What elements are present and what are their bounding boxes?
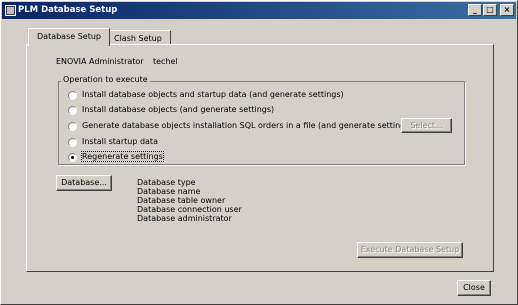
radio-install-objects-and-data[interactable] — [68, 91, 77, 100]
database-button[interactable]: Database... — [56, 175, 112, 191]
option-label: Generate database objects installation S… — [82, 121, 413, 130]
database-table-owner-label: Database table owner — [137, 196, 226, 205]
option-label: Regenerate settings — [81, 151, 164, 162]
select-button[interactable]: Select... — [401, 118, 452, 133]
option-label: Install database objects and startup dat… — [82, 90, 344, 99]
minimize-button[interactable]: _ — [468, 4, 482, 16]
plm-database-setup-window: PLM Database Setup _ □ × Database Setup … — [0, 0, 518, 305]
database-type-label: Database type — [137, 178, 196, 187]
database-name-label: Database name — [137, 187, 201, 196]
enovia-admin-value: techel — [153, 57, 178, 66]
title-bar[interactable]: PLM Database Setup _ □ × — [2, 2, 516, 19]
database-connection-user-label: Database connection user — [137, 205, 242, 214]
enovia-admin-label: ENOVIA Administrator — [56, 57, 144, 66]
tab-database-setup[interactable]: Database Setup — [28, 28, 110, 46]
app-icon — [5, 5, 16, 16]
radio-generate-sql[interactable] — [68, 122, 77, 131]
radio-install-startup-data[interactable] — [68, 138, 77, 147]
option-label: Install database objects (and generate s… — [82, 105, 275, 114]
window-title: PLM Database Setup — [18, 5, 118, 15]
operation-group-title: Operation to execute — [61, 75, 150, 84]
maximize-button[interactable]: □ — [483, 4, 497, 16]
close-button[interactable]: Close — [457, 280, 491, 296]
execute-database-setup-button[interactable]: Execute Database Setup — [357, 242, 463, 258]
option-label: Install startup data — [82, 137, 158, 146]
radio-install-objects[interactable] — [68, 106, 77, 115]
database-administrator-label: Database administrator — [137, 214, 232, 223]
radio-regenerate-settings[interactable] — [68, 153, 77, 162]
close-window-button[interactable]: × — [500, 4, 514, 16]
